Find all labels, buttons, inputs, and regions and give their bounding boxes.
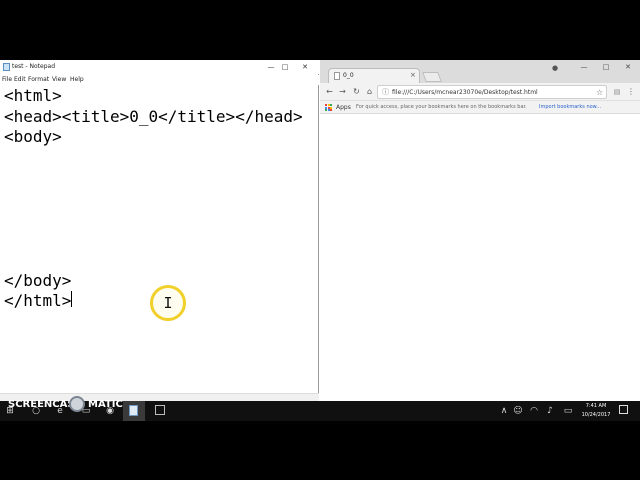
tab-close-icon[interactable]: × bbox=[410, 71, 416, 80]
bookmarks-hint: For quick access, place your bookmarks h… bbox=[356, 104, 527, 110]
clock-date[interactable]: 10/24/2017 bbox=[578, 412, 614, 419]
notepad-window[interactable]: test - Notepad — □ ✕ File Edit Format Vi… bbox=[0, 60, 319, 401]
notepad-titlebar[interactable]: test - Notepad — □ ✕ bbox=[0, 60, 319, 74]
editor-line: <html> bbox=[4, 86, 62, 105]
page-info-icon[interactable]: ⓘ bbox=[382, 87, 389, 98]
minimize-icon[interactable]: — bbox=[265, 62, 277, 72]
bookmark-star-icon[interactable]: ☆ bbox=[596, 87, 603, 98]
desktop: test - Notepad — □ ✕ File Edit Format Vi… bbox=[0, 60, 640, 401]
apps-grid-icon[interactable] bbox=[325, 104, 332, 111]
menu-edit[interactable]: Edit bbox=[14, 76, 26, 84]
notepad-title: test - Notepad bbox=[12, 63, 55, 70]
network-icon[interactable]: ∧ bbox=[498, 405, 510, 417]
volume-icon[interactable]: ♪ bbox=[544, 405, 556, 417]
watermark-recorded-with: RECORDED WITH bbox=[8, 387, 58, 393]
page-icon bbox=[334, 72, 340, 80]
notification-icon[interactable] bbox=[619, 405, 628, 414]
chrome-window[interactable]: 0_0 × ● — □ ✕ ← → ↻ ⌂ ⓘ file:///C:/Users… bbox=[320, 60, 640, 401]
menu-format[interactable]: Format bbox=[28, 76, 49, 84]
apps-shortcut[interactable]: Apps bbox=[336, 103, 351, 112]
close-icon[interactable]: ✕ bbox=[299, 62, 311, 72]
text-caret bbox=[71, 291, 72, 307]
forward-icon[interactable]: → bbox=[337, 86, 348, 98]
new-tab-button[interactable] bbox=[422, 72, 442, 82]
screencast-logo-icon bbox=[69, 396, 85, 412]
tab-title: 0_0 bbox=[343, 72, 354, 79]
taskview-icon[interactable] bbox=[155, 405, 165, 415]
extension-icon[interactable]: ▤ bbox=[612, 86, 622, 98]
maximize-icon[interactable]: □ bbox=[279, 62, 291, 72]
menu-file[interactable]: File bbox=[2, 76, 12, 84]
keyboard-icon[interactable]: ▭ bbox=[562, 405, 574, 417]
notepad-menubar: File Edit Format View Help bbox=[0, 75, 319, 85]
editor-line: <head><title>0_0</title></head> bbox=[4, 106, 303, 126]
menu-view[interactable]: View bbox=[52, 76, 66, 84]
clock-time[interactable]: 7:41 AM bbox=[581, 403, 611, 410]
ibeam-cursor-icon: I bbox=[163, 294, 173, 312]
address-bar[interactable]: ⓘ file:///C:/Users/mcnear23070e/Desktop/… bbox=[377, 85, 607, 99]
browser-toolbar: ← → ↻ ⌂ ⓘ file:///C:/Users/mcnear23070e/… bbox=[320, 83, 640, 101]
editor-line: <body> bbox=[4, 127, 62, 146]
home-icon[interactable]: ⌂ bbox=[364, 86, 375, 98]
wifi-icon[interactable]: ◠ bbox=[528, 405, 540, 417]
people-icon[interactable]: ☺ bbox=[512, 405, 524, 417]
minimize-icon[interactable]: — bbox=[578, 62, 590, 72]
maximize-icon[interactable]: □ bbox=[600, 62, 612, 72]
watermark-brand-right: MATIC bbox=[88, 399, 123, 410]
chrome-menu-icon[interactable]: ⋮ bbox=[626, 86, 636, 98]
notepad-app-icon bbox=[3, 63, 10, 71]
back-icon[interactable]: ← bbox=[324, 86, 335, 98]
apps-grid-dot bbox=[330, 109, 332, 111]
tab-active[interactable]: 0_0 × bbox=[328, 68, 420, 83]
profile-icon[interactable]: ● bbox=[552, 63, 558, 73]
menu-help[interactable]: Help bbox=[70, 76, 84, 84]
notepad-editor[interactable]: <html> <head><title>0_0</title></head> <bo… bbox=[4, 86, 314, 376]
import-bookmarks-link[interactable]: Import bookmarks now... bbox=[539, 103, 601, 112]
tab-strip: 0_0 × ● — □ ✕ bbox=[320, 60, 640, 83]
close-icon[interactable]: ✕ bbox=[622, 62, 634, 72]
reload-icon[interactable]: ↻ bbox=[351, 86, 362, 98]
notepad-taskbar-icon bbox=[129, 405, 138, 416]
screencast-watermark: RECORDED WITH SCREENCAST MATIC bbox=[8, 387, 128, 413]
screen: test - Notepad — □ ✕ File Edit Format Vi… bbox=[0, 0, 640, 480]
url-text: file:///C:/Users/mcnear23070e/Desktop/te… bbox=[392, 89, 538, 96]
page-content bbox=[320, 115, 640, 401]
bookmarks-bar: Apps For quick access, place your bookma… bbox=[320, 101, 640, 114]
